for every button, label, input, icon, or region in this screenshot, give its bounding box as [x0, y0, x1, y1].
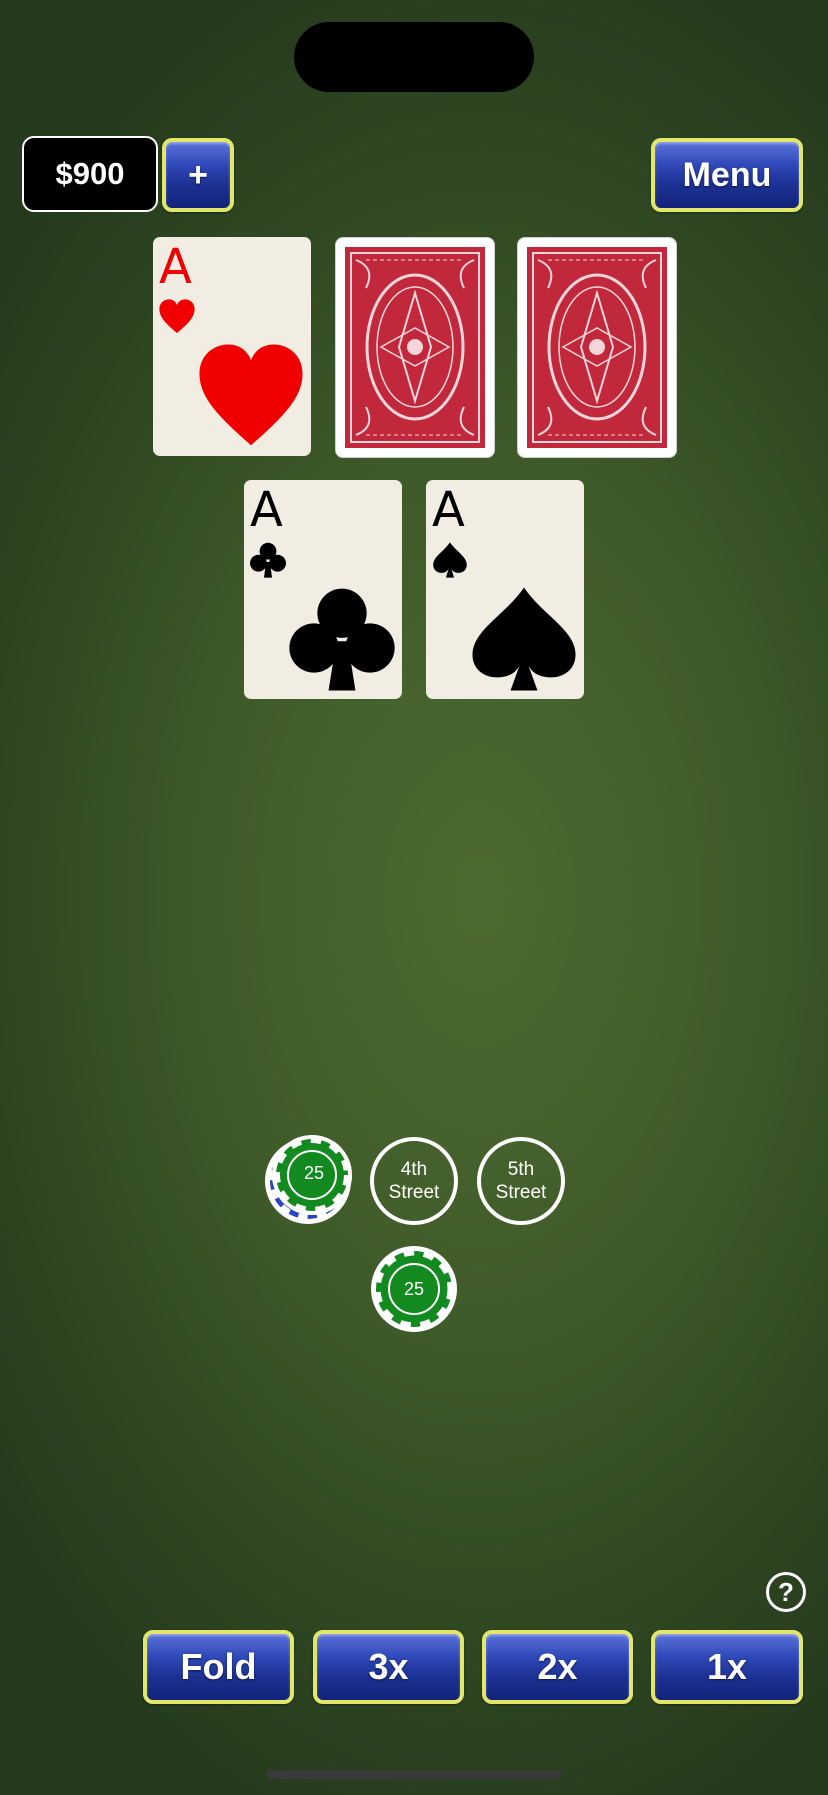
card-back-pattern	[345, 247, 485, 448]
fifth-street-label: 5th	[507, 1159, 535, 1180]
dealer-card-face-down	[336, 238, 494, 457]
player-card-ace-clubs: A	[244, 480, 402, 699]
raise-2x-button[interactable]: 2x	[482, 1630, 633, 1704]
menu-button[interactable]: Menu	[651, 138, 803, 212]
add-funds-button[interactable]: +	[162, 138, 234, 212]
card-rank: A	[159, 239, 192, 295]
raise-3x-label: 3x	[368, 1646, 409, 1687]
card-rank: A	[250, 482, 283, 538]
menu-label: Menu	[682, 155, 772, 194]
player-card-ace-spades: A	[426, 480, 584, 699]
card-rank: A	[432, 482, 465, 538]
dealer-card-ace-hearts: A	[153, 237, 311, 456]
fifth-street-bet-spot[interactable]: 5th Street	[477, 1137, 565, 1225]
spade-icon	[472, 587, 576, 691]
fold-label: Fold	[180, 1646, 257, 1687]
third-street-chip-value: 25	[303, 1163, 325, 1183]
spade-icon	[433, 542, 467, 578]
fold-button[interactable]: Fold	[143, 1630, 294, 1704]
fourth-street-label: Street	[388, 1182, 440, 1203]
dynamic-island	[294, 22, 534, 92]
heart-icon	[199, 344, 303, 446]
fifth-street-label: Street	[495, 1182, 547, 1203]
question-icon: ?	[778, 1576, 794, 1607]
raise-3x-button[interactable]: 3x	[313, 1630, 464, 1704]
home-indicator[interactable]	[266, 1770, 562, 1779]
fourth-street-label: 4th	[400, 1159, 428, 1180]
raise-1x-label: 1x	[706, 1646, 748, 1687]
raise-1x-button[interactable]: 1x	[651, 1630, 803, 1704]
club-icon	[250, 542, 286, 578]
raise-2x-label: 2x	[537, 1646, 578, 1687]
help-button[interactable]: ?	[766, 1572, 806, 1612]
ante-chip-value: 25	[403, 1279, 425, 1299]
balance-display: $900	[22, 136, 158, 212]
plus-icon: +	[188, 155, 208, 194]
balance-amount: $900	[55, 156, 125, 191]
heart-icon	[159, 299, 195, 333]
club-icon	[289, 588, 395, 691]
dealer-card-face-down	[518, 238, 676, 457]
fourth-street-bet-spot[interactable]: 4th Street	[370, 1137, 458, 1225]
card-back-pattern	[527, 247, 667, 448]
